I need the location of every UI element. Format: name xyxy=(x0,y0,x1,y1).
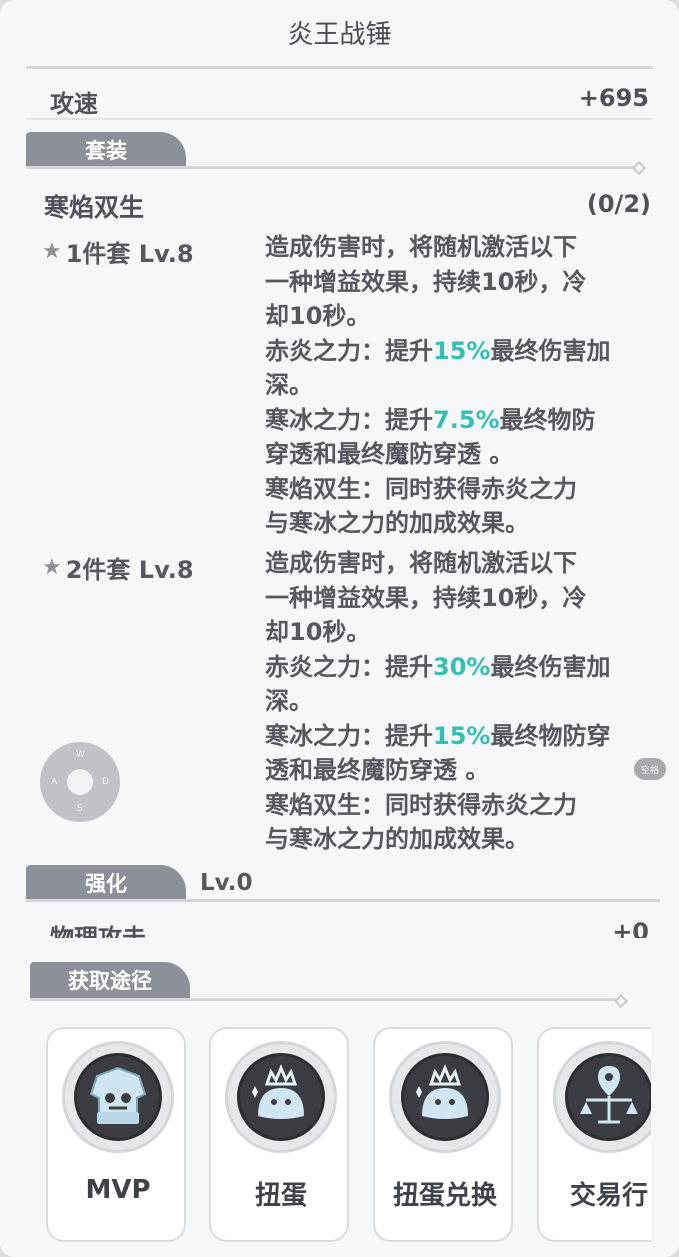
tier-label: 2件套 Lv.8 xyxy=(65,556,194,584)
stat-row-physical-attack: 物理攻击 +0 xyxy=(26,908,653,938)
description-line: 一种增益效果，持续10秒，冷 xyxy=(265,265,660,300)
stat-label: 物理攻击 xyxy=(50,924,146,938)
item-detail-panel: 炎王战锤 攻速 +695 套装 寒焰双生 (0/2) ★ 1件套 Lv.8 造成… xyxy=(0,0,679,1257)
stat-label: 攻速 xyxy=(50,90,98,118)
description-line: 寒焰双生：同时获得赤炎之力 xyxy=(265,472,660,507)
description-text: 最终伤害加 xyxy=(490,652,611,681)
description-text: 最终物防穿 xyxy=(490,721,611,750)
tier-label: 1件套 Lv.8 xyxy=(65,240,194,268)
description-text: 穿透和最终魔防穿透 。 xyxy=(265,440,514,468)
mvp-skull-icon xyxy=(74,1053,162,1141)
description-line: 与寒冰之力的加成效果。 xyxy=(265,506,660,541)
strengthen-level: Lv.0 xyxy=(200,870,253,896)
highlight-value: 7.5% xyxy=(433,405,500,434)
acquisition-section-tab: 获取途径 xyxy=(30,962,190,998)
description-text: 寒冰之力：提升 xyxy=(265,721,433,750)
space-key-button[interactable]: 空格 xyxy=(634,758,666,780)
description-line: 深。 xyxy=(265,684,660,719)
acquisition-section-rule xyxy=(30,998,622,1001)
stat-value: +0 xyxy=(612,918,649,938)
description-line: 一种增益效果，持续10秒，冷 xyxy=(265,581,660,616)
rule-diamond-icon xyxy=(631,160,647,176)
description-text: 透和最终魔防穿透 。 xyxy=(265,756,490,784)
source-icon-ring xyxy=(553,1041,651,1153)
description-line: 寒冰之力：提升15%最终物防穿 xyxy=(265,719,660,754)
title-divider xyxy=(26,66,653,69)
description-text: 寒冰之力：提升 xyxy=(265,405,433,434)
highlight-value: 15% xyxy=(433,721,491,750)
description-line: 与寒冰之力的加成效果。 xyxy=(265,822,660,857)
acquisition-sources: MVP 扭蛋 扭蛋兑换 交易行 xyxy=(46,1027,651,1242)
description-text: 最终伤害加 xyxy=(490,336,611,365)
description-text: 与寒冰之力的加成效果。 xyxy=(265,509,529,537)
star-icon: ★ xyxy=(42,239,62,264)
description-text: 与寒冰之力的加成效果。 xyxy=(265,825,529,853)
description-line: 造成伤害时，将随机激活以下 xyxy=(265,546,660,581)
source-icon-ring xyxy=(62,1041,174,1153)
source-label: 扭蛋兑换 xyxy=(392,1181,497,1211)
dpad-up-key: W xyxy=(76,750,85,760)
description-text: 最终物防 xyxy=(499,405,596,434)
description-text: 却10秒。 xyxy=(265,618,371,646)
source-gacha-exchange[interactable]: 扭蛋兑换 xyxy=(373,1027,513,1242)
description-text: 深。 xyxy=(265,687,313,715)
set-section-tab: 套装 xyxy=(26,132,186,168)
tier-2-description: 造成伤害时，将随机激活以下 一种增益效果，持续10秒，冷 却10秒。赤炎之力：提升3… xyxy=(265,546,660,857)
item-title: 炎王战锤 xyxy=(287,20,392,50)
description-line: 赤炎之力：提升15%最终伤害加 xyxy=(265,334,660,369)
highlight-value: 30% xyxy=(433,652,491,681)
source-icon-ring xyxy=(225,1041,337,1153)
description-text: 寒焰双生：同时获得赤炎之力 xyxy=(265,790,577,819)
description-line: 寒焰双生：同时获得赤炎之力 xyxy=(265,788,660,823)
description-text: 深。 xyxy=(265,371,313,399)
description-line: 却10秒。 xyxy=(265,299,660,334)
dpad-center xyxy=(67,769,93,795)
description-text: 一种增益效果，持续10秒，冷 xyxy=(265,583,587,612)
source-icon-ring xyxy=(389,1041,501,1153)
description-line: 深。 xyxy=(265,368,660,403)
dpad-left-key: A xyxy=(51,777,58,787)
description-text: 却10秒。 xyxy=(265,302,371,330)
source-label: 扭蛋 xyxy=(254,1181,307,1211)
description-line: 赤炎之力：提升30%最终伤害加 xyxy=(265,650,660,685)
set-tier-2: ★ 2件套 Lv.8 xyxy=(42,550,194,585)
set-name: 寒焰双生 xyxy=(44,193,145,222)
description-line: 透和最终魔防穿透 。 xyxy=(265,753,660,788)
source-label: 交易行 xyxy=(569,1181,648,1211)
description-text: 造成伤害时，将随机激活以下 xyxy=(265,549,577,577)
set-progress: (0/2) xyxy=(586,190,651,218)
tier-1-description: 造成伤害时，将随机激活以下 一种增益效果，持续10秒，冷 却10秒。赤炎之力：提升1… xyxy=(265,230,660,541)
crowned-slime-icon xyxy=(401,1053,489,1141)
scales-location-icon xyxy=(565,1053,651,1141)
set-section-rule xyxy=(26,166,636,169)
description-line: 寒冰之力：提升7.5%最终物防 xyxy=(265,403,660,438)
stat-row-attack-speed: 攻速 +695 xyxy=(26,76,653,118)
description-text: 赤炎之力：提升 xyxy=(265,652,433,681)
description-text: 一种增益效果，持续10秒，冷 xyxy=(265,267,587,296)
highlight-value: 15% xyxy=(433,336,491,365)
stat-value: +695 xyxy=(578,84,649,112)
description-text: 寒焰双生：同时获得赤炎之力 xyxy=(265,474,577,503)
description-line: 造成伤害时，将随机激活以下 xyxy=(265,230,660,265)
crowned-slime-icon xyxy=(237,1053,325,1141)
source-gacha[interactable]: 扭蛋 xyxy=(209,1027,349,1242)
strengthen-section-tab: 强化 xyxy=(26,865,186,901)
virtual-dpad[interactable]: W A D S xyxy=(40,742,120,822)
description-line: 穿透和最终魔防穿透 。 xyxy=(265,437,660,472)
description-text: 赤炎之力：提升 xyxy=(265,336,433,365)
rule-diamond-icon xyxy=(613,993,629,1009)
description-line: 却10秒。 xyxy=(265,615,660,650)
source-trading-house[interactable]: 交易行 xyxy=(537,1027,651,1242)
description-text: 造成伤害时，将随机激活以下 xyxy=(265,233,577,261)
set-tier-1: ★ 1件套 Lv.8 xyxy=(42,234,194,269)
source-label: MVP xyxy=(85,1175,151,1205)
dpad-right-key: D xyxy=(102,777,109,787)
dpad-down-key: S xyxy=(77,804,83,814)
stat-divider xyxy=(26,118,653,120)
strengthen-section-rule xyxy=(26,899,660,902)
source-mvp[interactable]: MVP xyxy=(46,1027,186,1242)
star-icon: ★ xyxy=(42,555,62,580)
